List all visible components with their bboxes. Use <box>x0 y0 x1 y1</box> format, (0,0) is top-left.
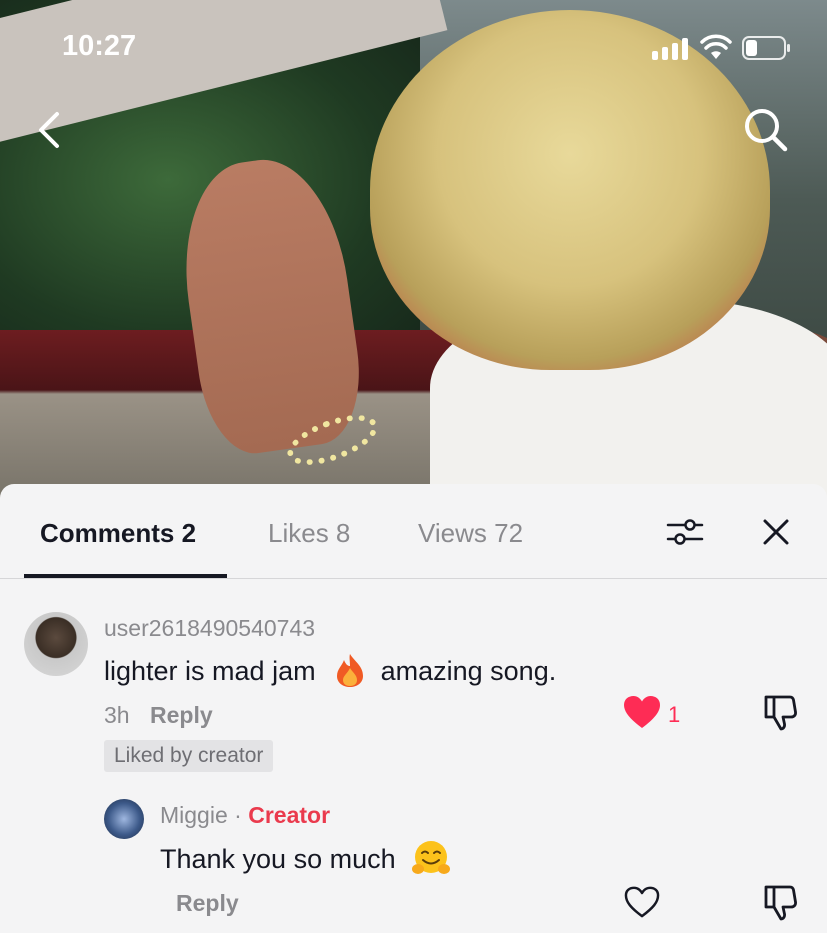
close-button[interactable] <box>756 512 796 552</box>
wifi-icon <box>700 34 732 59</box>
tab-views[interactable]: Views 72 <box>418 518 523 549</box>
liked-by-creator-badge: Liked by creator <box>104 740 274 772</box>
comments-sheet: Comments 2 Likes 8 Views 72 user26184905… <box>0 484 827 933</box>
creator-tag: Creator <box>248 802 331 828</box>
comment-username[interactable]: user2618490540743 <box>104 615 315 642</box>
cellular-signal-icon <box>652 36 692 60</box>
like-button[interactable] <box>620 690 664 734</box>
back-button[interactable] <box>18 100 78 160</box>
thumbs-down-icon <box>764 695 797 731</box>
like-count: 1 <box>668 702 681 727</box>
tab-likes[interactable]: Likes 8 <box>268 518 350 549</box>
comment-timestamp: 3h <box>104 702 130 728</box>
reply-header: Miggie · Creator <box>160 802 330 829</box>
status-bar: 10:27 <box>0 0 827 96</box>
active-tab-indicator <box>24 574 227 578</box>
reply-button[interactable]: Reply <box>150 702 213 729</box>
filter-button[interactable] <box>662 512 708 552</box>
like-button[interactable] <box>620 880 664 924</box>
search-icon <box>745 109 788 152</box>
tab-comments[interactable]: Comments 2 <box>40 518 196 549</box>
comment-text: lighter is mad jam amazing song. <box>104 653 556 688</box>
heart-outline-icon <box>624 886 660 918</box>
heart-icon <box>624 696 660 728</box>
battery-icon <box>742 36 790 60</box>
dislike-button[interactable] <box>758 880 802 924</box>
reply-username[interactable]: Miggie <box>160 802 228 828</box>
sliders-icon <box>666 519 704 545</box>
search-button[interactable] <box>736 100 796 160</box>
close-icon <box>763 519 789 545</box>
creator-avatar[interactable] <box>104 799 144 839</box>
hugging-face-emoji-icon <box>412 840 451 874</box>
thumbs-down-icon <box>764 885 797 921</box>
dislike-button[interactable] <box>758 690 802 734</box>
fire-emoji-icon <box>337 653 364 687</box>
reply-text: Thank you so much <box>160 840 451 877</box>
reply-button[interactable]: Reply <box>176 890 239 917</box>
chevron-left-icon <box>39 112 59 148</box>
status-time: 10:27 <box>62 30 137 62</box>
separator-dot: · <box>234 802 242 828</box>
tab-bar: Comments 2 Likes 8 Views 72 <box>0 484 827 579</box>
avatar[interactable] <box>24 612 88 676</box>
